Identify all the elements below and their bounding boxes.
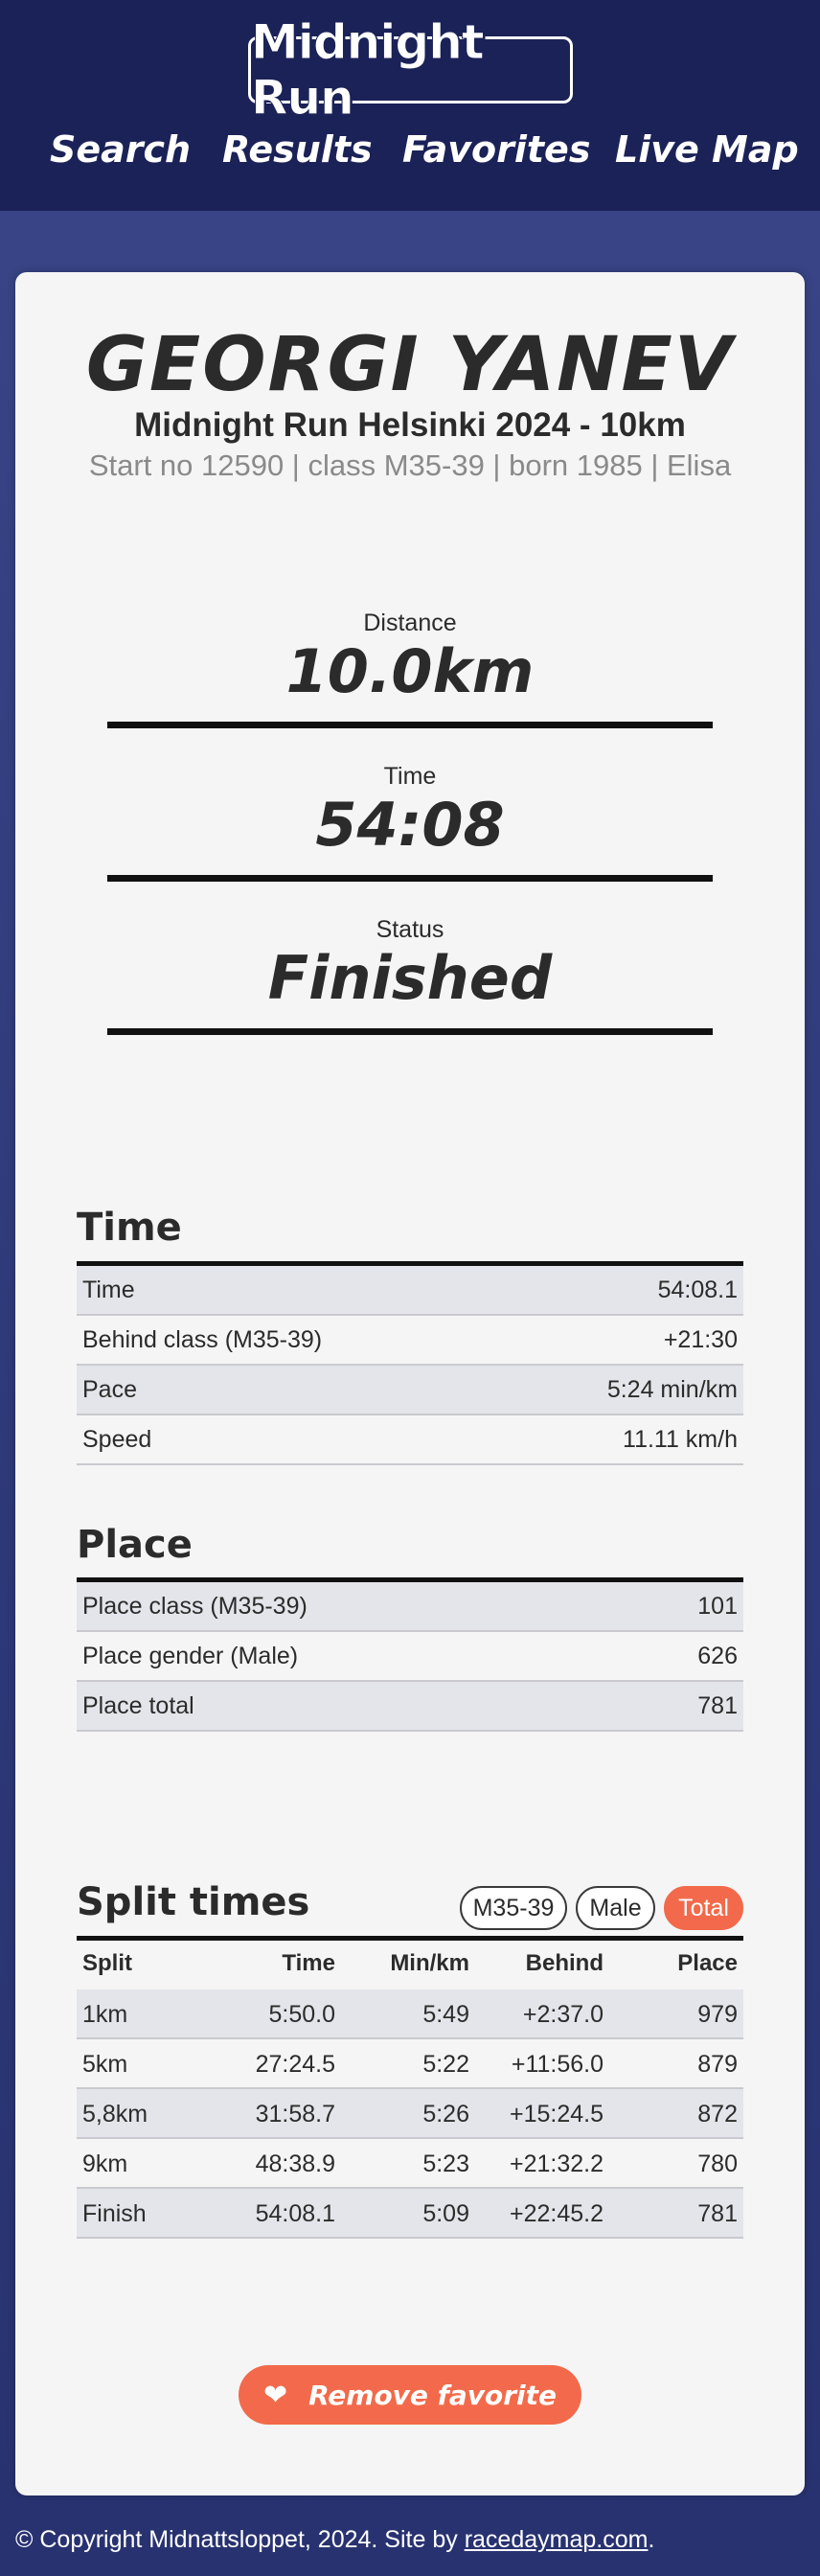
cell: 5:09 xyxy=(422,2200,469,2227)
heart-icon: ❤ xyxy=(262,2378,288,2412)
site-logo[interactable]: Midnight Run xyxy=(248,14,573,126)
nav-live-map[interactable]: Live Map xyxy=(615,123,799,176)
cell: 879 xyxy=(697,2051,738,2078)
cell: 5:50.0 xyxy=(268,2001,335,2028)
nav-results[interactable]: Results xyxy=(222,123,373,176)
time-row: Pace 5:24 min/km xyxy=(77,1366,743,1415)
row-label: Place gender (Male) xyxy=(82,1643,299,1669)
remove-favorite-button[interactable]: ❤ Remove favorite xyxy=(239,2365,581,2425)
row-value: +21:30 xyxy=(663,1326,738,1353)
footer: © Copyright Midnattsloppet, 2024. Site b… xyxy=(15,2526,654,2554)
col-pace: Min/km xyxy=(390,1950,469,1976)
stat-label: Time xyxy=(383,763,437,790)
cell: Finish xyxy=(82,2200,147,2227)
footer-end: . xyxy=(648,2526,655,2553)
filter-total-button[interactable]: Total xyxy=(664,1886,743,1930)
row-value: 101 xyxy=(697,1593,738,1620)
cell: +21:32.2 xyxy=(509,2150,604,2177)
cell: 31:58.7 xyxy=(255,2101,335,2128)
cell: +2:37.0 xyxy=(522,2001,604,2028)
racedaymap-link[interactable]: racedaymap.com xyxy=(465,2526,649,2553)
cell: +15:24.5 xyxy=(509,2101,604,2128)
stat-label: Distance xyxy=(363,610,457,636)
divider xyxy=(107,722,713,728)
row-value: 5:24 min/km xyxy=(606,1376,738,1403)
main-nav: Search Results Favorites Live Map xyxy=(0,123,820,176)
cell: 5km xyxy=(82,2051,128,2078)
cell: 5:22 xyxy=(422,2051,469,2078)
row-value: 626 xyxy=(697,1643,738,1669)
splits-section-title: Split times xyxy=(77,1880,310,1924)
table-header: Split Time Min/km Behind Place xyxy=(77,1938,743,1990)
cell: 5:23 xyxy=(422,2150,469,2177)
cell: 780 xyxy=(697,2150,738,2177)
stat-value: Finished xyxy=(267,943,553,1013)
col-split: Split xyxy=(82,1950,132,1976)
cell: 1km xyxy=(82,2001,128,2028)
table-row: 1km 5:50.0 5:49 +2:37.0 979 xyxy=(77,1990,743,2039)
time-row: Time 54:08.1 xyxy=(77,1266,743,1316)
filter-class-button[interactable]: M35-39 xyxy=(460,1886,567,1930)
divider xyxy=(107,1028,713,1035)
row-value: 11.11 km/h xyxy=(623,1426,738,1453)
cell: 5,8km xyxy=(82,2101,148,2128)
stat-status: Status Finished xyxy=(107,916,713,1013)
button-label: Remove favorite xyxy=(308,2379,558,2411)
nav-favorites[interactable]: Favorites xyxy=(402,123,590,176)
row-label: Speed xyxy=(82,1426,152,1453)
place-row: Place total 781 xyxy=(77,1682,743,1732)
nav-search[interactable]: Search xyxy=(50,123,191,176)
place-row: Place class (M35-39) 101 xyxy=(77,1582,743,1632)
cell: 9km xyxy=(82,2150,128,2177)
runner-name: GEORGI YANEV xyxy=(85,322,735,408)
row-label: Behind class (M35-39) xyxy=(82,1326,323,1353)
table-row: Finish 54:08.1 5:09 +22:45.2 781 xyxy=(77,2189,743,2239)
table-row: 5,8km 31:58.7 5:26 +15:24.5 872 xyxy=(77,2089,743,2139)
stat-value: 10.0km xyxy=(285,636,535,706)
cell: 27:24.5 xyxy=(255,2051,335,2078)
time-row: Behind class (M35-39) +21:30 xyxy=(77,1316,743,1366)
row-label: Place total xyxy=(82,1692,194,1719)
cell: 5:26 xyxy=(422,2101,469,2128)
col-place: Place xyxy=(677,1950,738,1976)
divider xyxy=(107,875,713,882)
row-label: Place class (M35-39) xyxy=(82,1593,308,1620)
stat-distance: Distance 10.0km xyxy=(107,610,713,706)
row-value: 781 xyxy=(697,1692,738,1719)
cell: 54:08.1 xyxy=(255,2200,335,2227)
cell: 781 xyxy=(697,2200,738,2227)
place-section-title: Place xyxy=(77,1523,193,1567)
race-name: Midnight Run Helsinki 2024 - 10km xyxy=(134,406,686,444)
time-section-title: Time xyxy=(77,1206,182,1250)
row-label: Pace xyxy=(82,1376,137,1403)
cell: +11:56.0 xyxy=(511,2051,604,2078)
place-row: Place gender (Male) 626 xyxy=(77,1632,743,1682)
filter-gender-button[interactable]: Male xyxy=(576,1886,655,1930)
col-behind: Behind xyxy=(525,1950,604,1976)
copyright-text: © Copyright Midnattsloppet, 2024. Site b… xyxy=(15,2526,465,2553)
table-row: 5km 27:24.5 5:22 +11:56.0 879 xyxy=(77,2039,743,2089)
row-value: 54:08.1 xyxy=(657,1276,738,1303)
cell: 5:49 xyxy=(422,2001,469,2028)
top-header: Midnight Run Search Results Favorites Li… xyxy=(0,0,820,211)
cell: 48:38.9 xyxy=(255,2150,335,2177)
col-time: Time xyxy=(282,1950,335,1976)
cell: 872 xyxy=(697,2101,738,2128)
row-label: Time xyxy=(82,1276,135,1303)
table-row: 9km 48:38.9 5:23 +21:32.2 780 xyxy=(77,2139,743,2189)
stat-value: 54:08 xyxy=(315,790,505,860)
stat-time: Time 54:08 xyxy=(107,763,713,860)
runner-meta: Start no 12590 | class M35-39 | born 198… xyxy=(88,448,732,482)
time-row: Speed 11.11 km/h xyxy=(77,1415,743,1465)
stat-label: Status xyxy=(376,916,444,943)
cell: +22:45.2 xyxy=(509,2200,604,2227)
cell: 979 xyxy=(697,2001,738,2028)
